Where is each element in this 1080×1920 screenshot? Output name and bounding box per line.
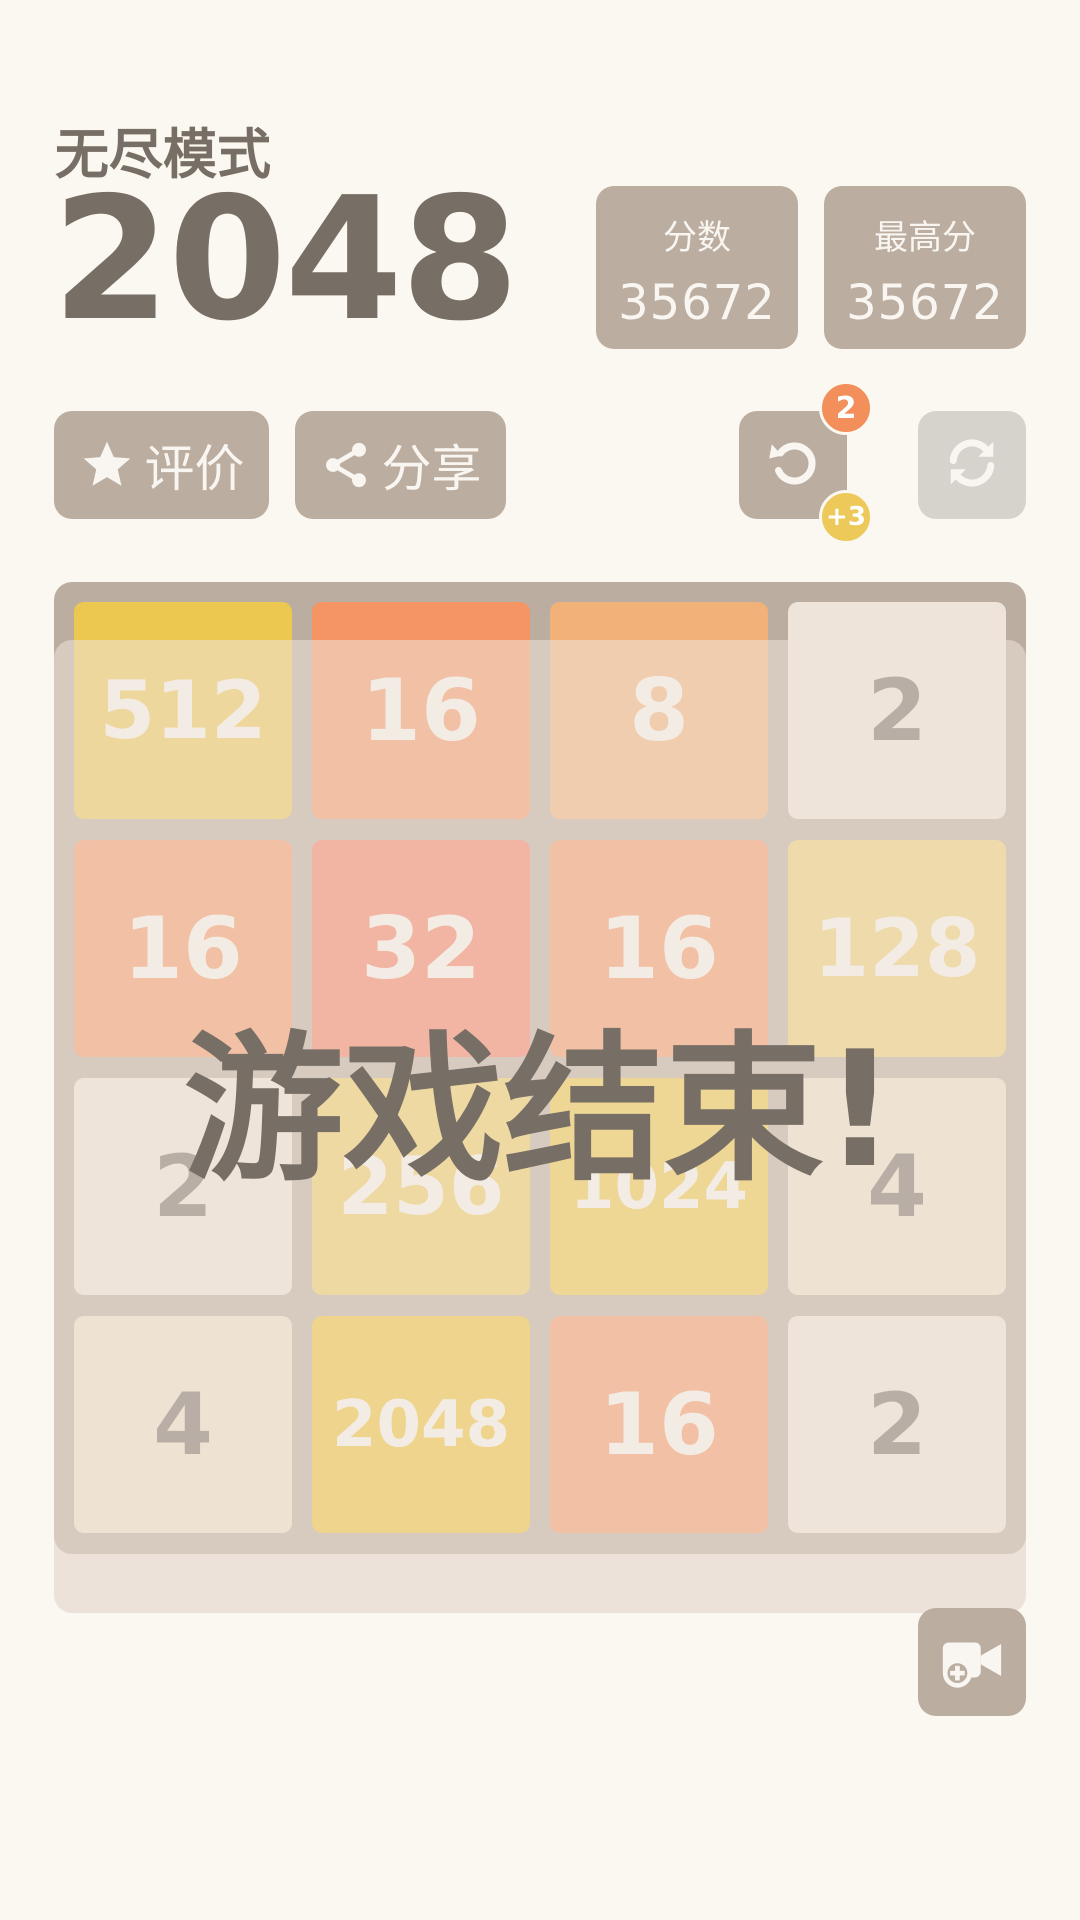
best-score-value: 35672 [846,275,1004,331]
game-over-text: 游戏结束! [183,1016,897,1203]
undo-icon [763,433,823,497]
record-video-button[interactable] [918,1608,1026,1716]
current-score-box: 分数 35672 [596,186,798,349]
rate-button[interactable]: 评价 [54,411,269,519]
undo-count-badge: 2 [819,381,873,435]
best-score-label: 最高分 [874,218,976,258]
rate-button-label: 评价 [144,440,245,498]
game-screen: 无尽模式 2048 分数 35672 最高分 35672 评价 分享 2 +3 … [0,0,1080,1920]
share-button[interactable]: 分享 [295,411,506,519]
star-icon [79,437,135,493]
share-button-label: 分享 [381,440,482,498]
video-camera-plus-icon [937,1625,1007,1699]
restart-button[interactable] [918,411,1026,519]
best-score-box: 最高分 35672 [824,186,1026,349]
undo-bonus-badge[interactable]: +3 [819,490,873,544]
game-title: 2048 [52,161,519,359]
refresh-icon [942,433,1002,497]
current-score-value: 35672 [618,275,776,331]
share-icon [320,439,372,491]
current-score-label: 分数 [663,218,731,258]
